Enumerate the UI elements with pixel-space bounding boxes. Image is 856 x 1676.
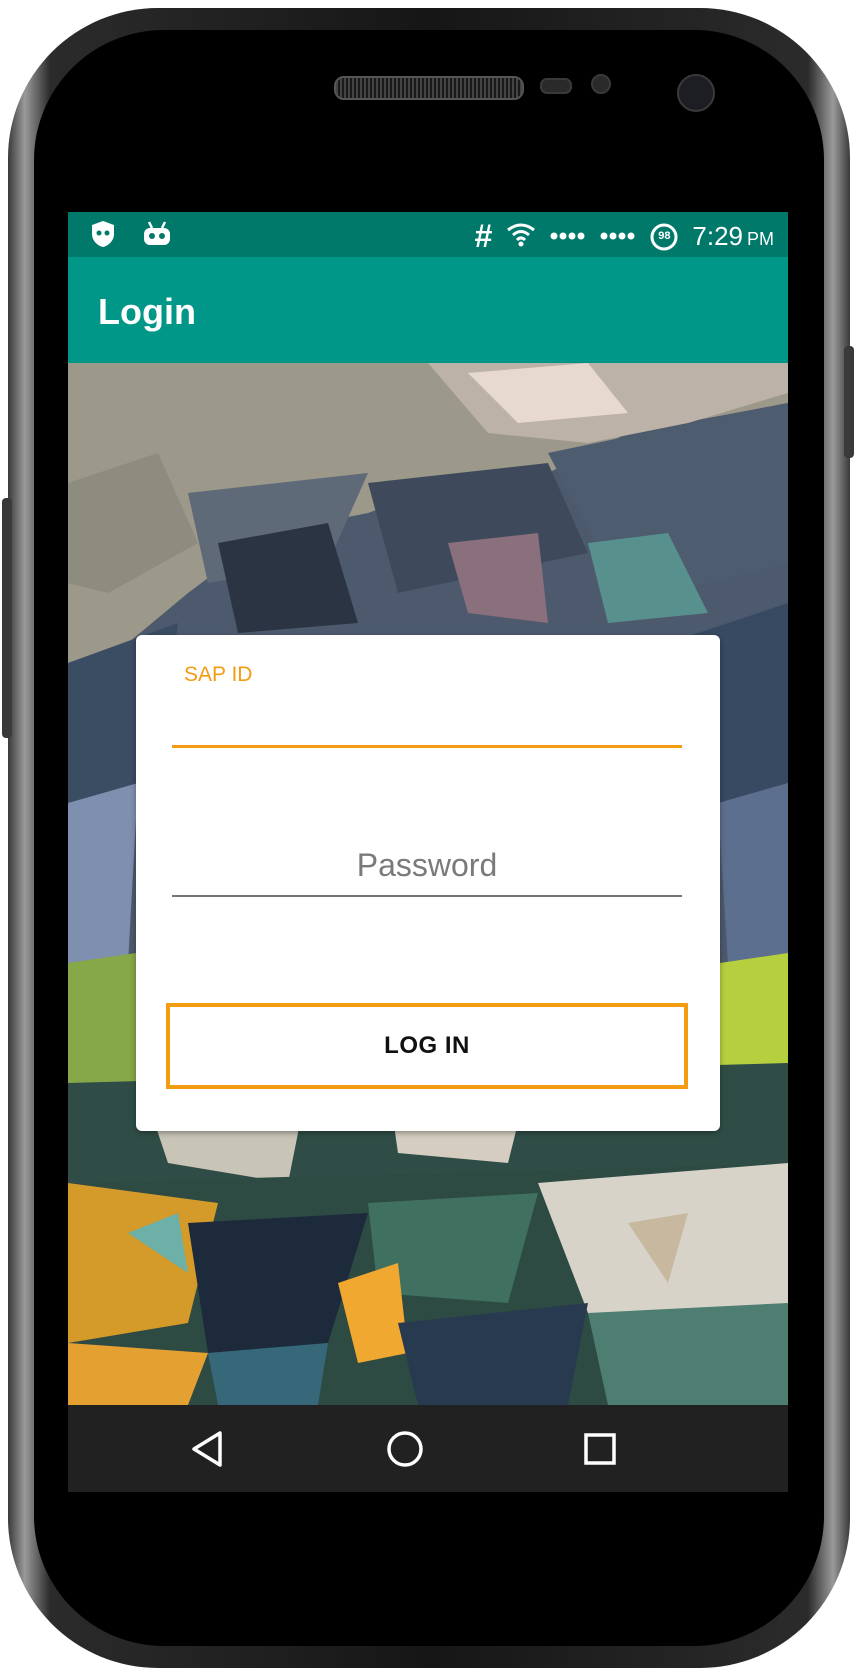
wifi-icon (506, 221, 536, 252)
sap-id-label: SAP ID (184, 663, 253, 686)
password-input[interactable] (172, 835, 682, 897)
android-icon (142, 220, 172, 253)
sap-id-input[interactable] (172, 695, 682, 748)
battery-level: 98 (658, 229, 671, 242)
proximity-sensor (540, 78, 572, 94)
clock: 7:29 PM (692, 221, 774, 252)
signal-dots-icon (550, 228, 586, 246)
page-title: Login (98, 291, 196, 332)
robot-shield-icon (90, 220, 116, 253)
volume-button (2, 498, 12, 738)
recents-icon[interactable] (578, 1427, 622, 1471)
login-content: SAP ID LOG IN (68, 363, 788, 1405)
status-bar: # 98 7:29 PM (68, 212, 788, 257)
light-sensor (591, 74, 611, 94)
back-icon[interactable] (186, 1427, 230, 1471)
status-time: 7:29 (692, 221, 743, 251)
signal-dots-icon (600, 228, 636, 246)
login-card: SAP ID LOG IN (136, 635, 720, 1131)
battery-icon: 98 (650, 223, 678, 251)
power-button (844, 346, 854, 458)
navigation-bar (68, 1405, 788, 1492)
status-ampm: PM (747, 229, 774, 249)
home-icon[interactable] (383, 1427, 427, 1471)
hashtag-icon: # (474, 218, 493, 254)
front-camera (677, 74, 715, 112)
login-button[interactable]: LOG IN (166, 1003, 688, 1089)
app-bar: Login (68, 257, 788, 363)
screen: # 98 7:29 PM Login SAP ID LOG IN (68, 212, 788, 1492)
earpiece-speaker (334, 76, 524, 100)
